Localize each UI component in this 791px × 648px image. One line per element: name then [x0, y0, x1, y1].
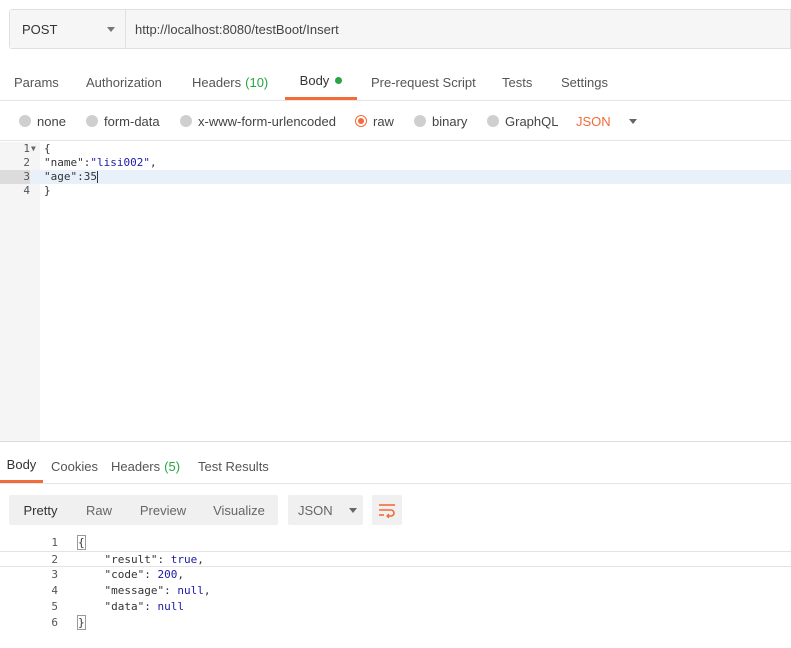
request-url-bar: POST http://localhost:8080/testBoot/Inse… — [9, 9, 791, 49]
body-indicator-dot-icon — [335, 77, 343, 84]
response-tab-headers[interactable]: Headers (5) — [111, 449, 180, 483]
tab-headers[interactable]: Headers (10) — [192, 64, 268, 100]
text-cursor — [97, 171, 98, 183]
code-line: 1 ▼ { — [23, 142, 51, 156]
radio-checked-icon — [355, 115, 367, 127]
tab-settings[interactable]: Settings — [561, 64, 608, 100]
tab-tests[interactable]: Tests — [502, 64, 532, 100]
radio-binary[interactable]: binary — [414, 101, 467, 141]
response-line: 1 { — [51, 535, 86, 550]
chevron-down-icon — [348, 507, 357, 513]
wrap-lines-button[interactable] — [372, 495, 402, 525]
fold-arrow-icon[interactable]: ▼ — [31, 142, 36, 156]
code-line: 4 } — [23, 184, 51, 197]
tab-params[interactable]: Params — [14, 64, 59, 100]
response-tab-test-results[interactable]: Test Results — [198, 449, 269, 483]
radio-raw[interactable]: raw — [355, 101, 394, 141]
radio-icon — [86, 115, 98, 127]
radio-form-data[interactable]: form-data — [86, 101, 160, 141]
view-preview-button[interactable]: Preview — [126, 495, 200, 525]
method-label: POST — [22, 21, 58, 37]
radio-none[interactable]: none — [19, 101, 66, 141]
response-line: 6 } — [51, 615, 86, 630]
response-tab-body[interactable]: Body — [0, 449, 43, 483]
radio-graphql[interactable]: GraphQL — [487, 101, 558, 141]
response-line: 2 "result": true, — [0, 551, 791, 567]
url-input[interactable]: http://localhost:8080/testBoot/Insert — [126, 10, 790, 48]
tab-authorization[interactable]: Authorization — [86, 64, 162, 100]
response-line: 3 "code": 200, — [51, 568, 184, 581]
tab-body[interactable]: Body — [285, 64, 357, 100]
method-select[interactable]: POST — [10, 10, 126, 48]
radio-icon — [19, 115, 31, 127]
tab-pre-request-script[interactable]: Pre-request Script — [371, 64, 476, 100]
response-line: 5 "data": null — [51, 600, 184, 613]
radio-icon — [487, 115, 499, 127]
response-tab-cookies[interactable]: Cookies — [51, 449, 98, 483]
radio-icon — [414, 115, 426, 127]
request-body-editor[interactable]: 1 ▼ { 2 "name":"lisi002", 3 "age":35 4 } — [0, 142, 791, 442]
view-visualize-button[interactable]: Visualize — [200, 495, 278, 525]
wrap-lines-icon — [379, 504, 395, 518]
response-view-mode-group: Pretty Raw Preview Visualize — [9, 495, 278, 525]
code-line-active: 3 "age":35 — [0, 170, 791, 184]
radio-x-www-form-urlencoded[interactable]: x-www-form-urlencoded — [180, 101, 336, 141]
body-type-selector: none form-data x-www-form-urlencoded raw… — [0, 101, 791, 141]
headers-count: (10) — [245, 74, 269, 90]
view-raw-button[interactable]: Raw — [72, 495, 126, 525]
response-format-select[interactable]: JSON — [288, 495, 363, 525]
response-body-viewer: 1 { 2 "result": true, 3 "code": 200, 4 "… — [0, 535, 791, 635]
response-headers-count: (5) — [164, 458, 181, 474]
chevron-down-icon — [628, 118, 637, 124]
chevron-down-icon — [107, 26, 115, 32]
request-tabs: Params Authorization Headers (10) Body Pr… — [0, 64, 791, 101]
response-line: 4 "message": null, — [51, 584, 211, 597]
code-line: 2 "name":"lisi002", — [23, 156, 157, 169]
response-tabs: Body Cookies Headers (5) Test Results — [0, 449, 791, 484]
body-format-select[interactable]: JSON — [576, 101, 637, 141]
view-pretty-button[interactable]: Pretty — [9, 495, 72, 525]
radio-icon — [180, 115, 192, 127]
